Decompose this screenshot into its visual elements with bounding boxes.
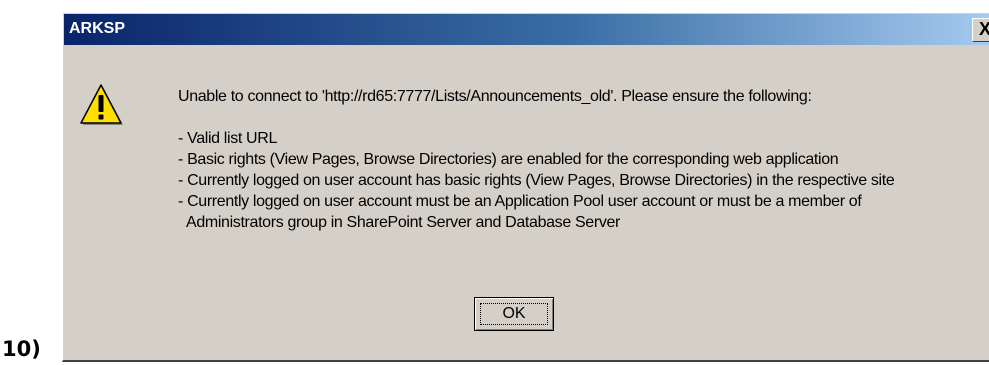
dialog-title: ARKSP: [69, 20, 126, 37]
message-intro: Unable to connect to 'http://rd65:7777/L…: [178, 88, 812, 105]
warning-icon: [80, 84, 123, 125]
close-icon: X: [978, 19, 989, 39]
ok-button[interactable]: OK: [474, 297, 554, 331]
close-button[interactable]: X: [972, 18, 989, 42]
message-bullet: - Currently logged on user account has b…: [178, 172, 895, 189]
message-bullet: - Valid list URL: [178, 130, 278, 147]
focus-rectangle: [480, 303, 548, 325]
message-bullet: - Basic rights (View Pages, Browse Direc…: [178, 151, 839, 168]
step-label: 10): [2, 337, 41, 361]
message-bullet: - Currently logged on user account must …: [178, 193, 862, 210]
error-dialog: ARKSP X Unable to connect to 'http://rd6…: [62, 12, 989, 362]
message-bullet-continuation: Administrators group in SharePoint Serve…: [186, 214, 620, 231]
error-message: Unable to connect to 'http://rd65:7777/L…: [178, 86, 989, 233]
title-bar[interactable]: ARKSP X: [64, 14, 989, 45]
